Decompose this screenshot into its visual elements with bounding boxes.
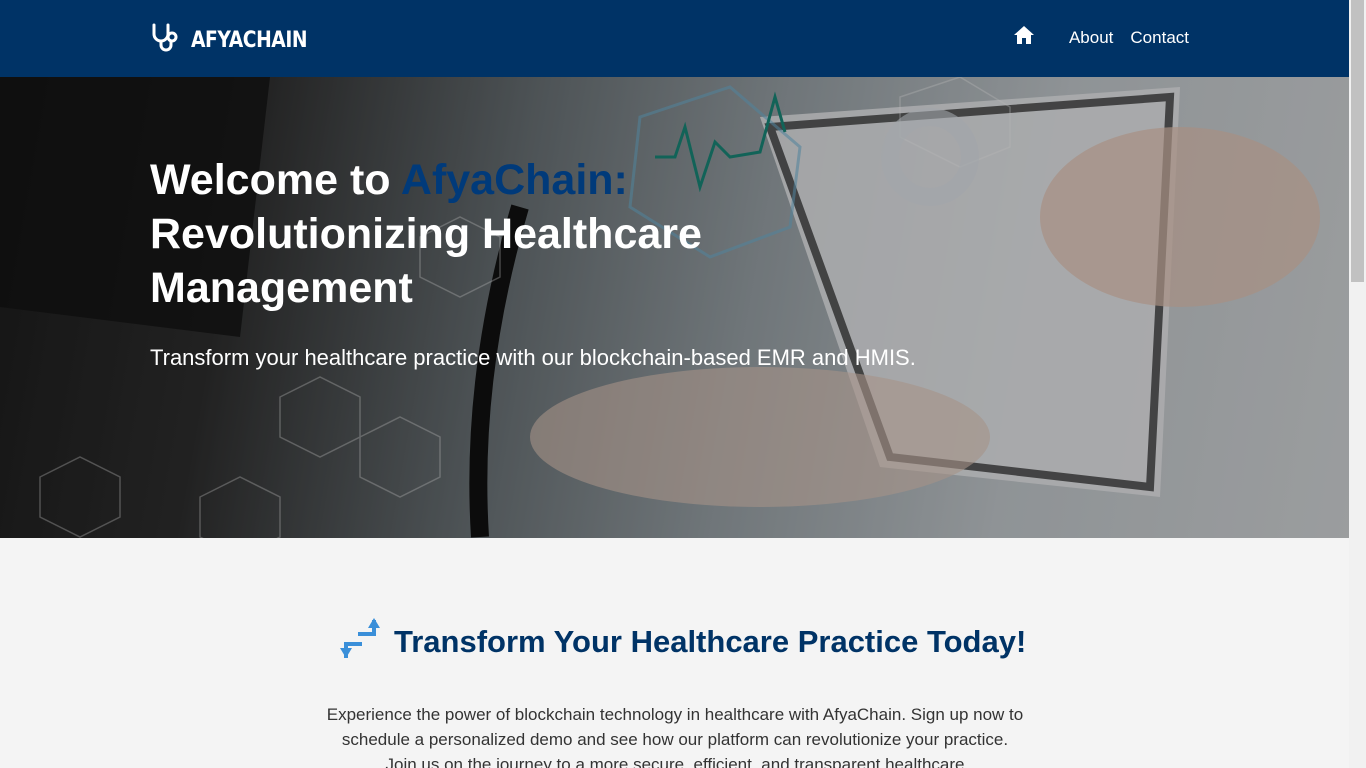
hero-title-accent: AfyaChain: [400, 156, 628, 204]
brand-logo[interactable]: AFYACHAIN [150, 22, 328, 59]
nav-contact-link[interactable]: Contact [1130, 28, 1189, 48]
page-scrollbar[interactable] [1349, 0, 1366, 768]
top-navbar: AFYACHAIN About Contact [0, 0, 1349, 77]
home-icon [1013, 26, 1034, 49]
exchange-arrows-icon [340, 618, 380, 665]
nav-links: About Contact [1013, 26, 1189, 49]
hero-title-rest: Revolutionizing Healthcare Management [150, 210, 702, 312]
hero-section: Welcome to AfyaChain: Revolutionizing He… [0, 77, 1349, 538]
home-link[interactable] [1013, 26, 1034, 49]
nav-about-link[interactable]: About [1069, 28, 1113, 48]
scrollbar-thumb[interactable] [1351, 0, 1364, 282]
cta-description: Experience the power of blockchain techn… [326, 705, 1024, 768]
cta-title: Transform Your Healthcare Practice Today… [394, 623, 1027, 659]
stethoscope-icon [150, 22, 182, 59]
hero-title: Welcome to AfyaChain: Revolutionizing He… [150, 153, 770, 315]
brand-name: AFYACHAIN [191, 28, 308, 53]
cta-heading: Transform Your Healthcare Practice Today… [340, 618, 1026, 665]
cta-section: Transform Your Healthcare Practice Today… [0, 538, 1349, 768]
hero-subtitle: Transform your healthcare practice with … [150, 345, 916, 370]
hero-title-lead: Welcome to [150, 156, 401, 204]
